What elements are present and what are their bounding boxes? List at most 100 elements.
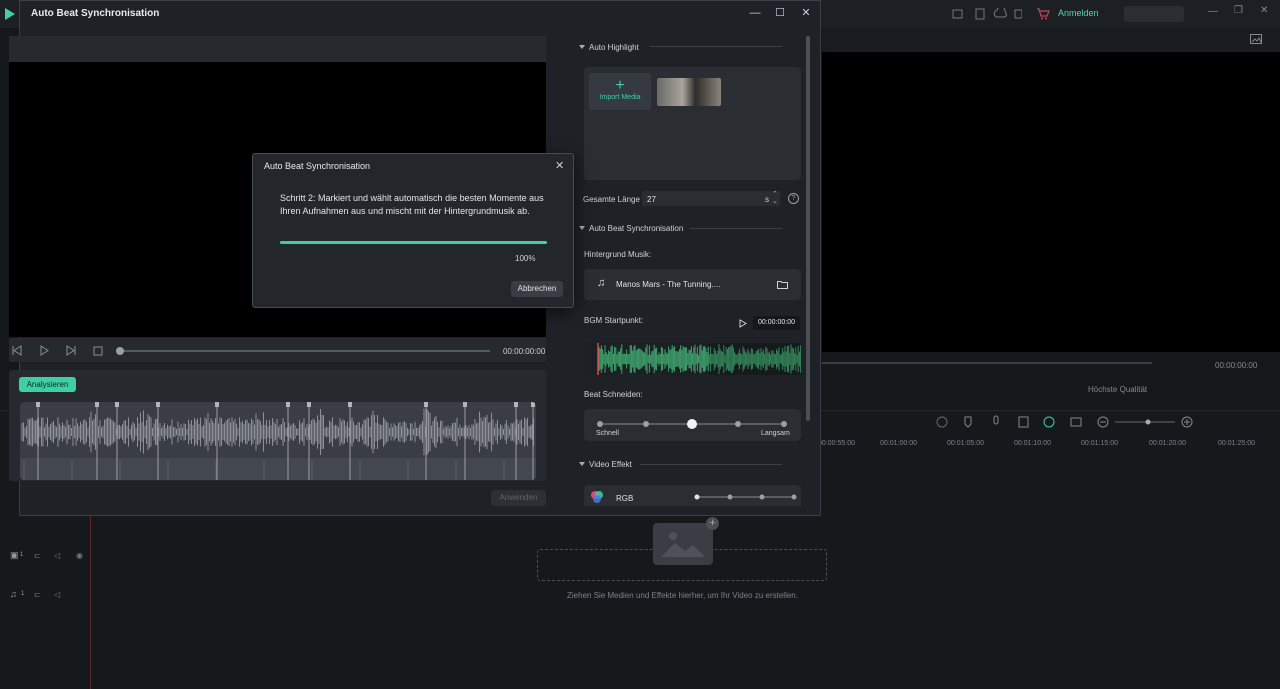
beat-marker-head [307, 402, 311, 407]
progress-percent: 100% [515, 254, 536, 263]
export-button[interactable] [1124, 6, 1184, 22]
main-time-readout: 00:00:00:00 [1215, 361, 1258, 370]
beat-marker-head [424, 402, 428, 407]
help-icon[interactable]: ? [788, 193, 799, 204]
stepper-icon[interactable]: ⌃ ⌄ [772, 191, 778, 205]
beat-cut-handle [687, 419, 697, 429]
video-track-icon: ▣ [10, 550, 19, 560]
bgm-start-label: BGM Startpunkt: [584, 316, 644, 325]
ruler-label: 00:01:15:00 [1081, 440, 1118, 447]
beat-cut-stop [781, 421, 787, 427]
divider [690, 228, 782, 229]
beat-marker-head [348, 402, 352, 407]
divider [640, 464, 782, 465]
bgm-start-time[interactable]: 00:00:00:00 [753, 316, 800, 330]
beat-icon [1043, 416, 1055, 428]
auto-highlight-heading: Auto Highlight [589, 43, 639, 52]
play-icon [40, 345, 49, 356]
layout-icon [952, 9, 963, 19]
close-icon[interactable]: ✕ [555, 159, 564, 172]
login-link[interactable]: Anmelden [1058, 8, 1099, 18]
eye-icon[interactable]: ◉ [76, 551, 83, 560]
progress-dialog: Auto Beat Synchronisation ✕ Schritt 2: M… [252, 153, 574, 308]
import-media-button[interactable]: + Import Media [589, 73, 651, 110]
timeline-playhead[interactable] [90, 515, 91, 689]
audio-track-header: ♫ 1 ⊏ ◁ [10, 589, 90, 601]
apply-button[interactable]: Anwenden [491, 490, 546, 506]
folder-icon[interactable]: ⊏ [34, 590, 41, 599]
beat-cut-slider[interactable] [584, 409, 801, 431]
preview-toolbar [822, 28, 1280, 52]
collapse-caret-icon[interactable] [579, 45, 585, 49]
maximize-icon[interactable]: ☐ [773, 6, 787, 20]
progress-message: Schritt 2: Markiert und wählt automatisc… [280, 193, 544, 216]
beat-marker-head [115, 402, 119, 407]
snapshot-icon[interactable] [1250, 34, 1262, 44]
total-length-value[interactable]: 27 [647, 195, 656, 204]
import-media-label: Import Media [599, 94, 641, 101]
close-icon[interactable]: ✕ [1260, 5, 1268, 16]
minimize-icon[interactable]: — [748, 6, 762, 20]
beat-marker-head [36, 402, 40, 407]
total-length-input[interactable] [642, 191, 780, 206]
beat-marker-head [514, 402, 518, 407]
collapse-caret-icon[interactable] [579, 226, 585, 230]
quality-select[interactable]: Höchste Qualität [1088, 385, 1147, 394]
audio-track-number: 1 [21, 591, 25, 597]
bgm-waveform[interactable] [584, 343, 801, 375]
folder-icon[interactable]: ⊏ [34, 551, 41, 560]
timeline-toolbar [936, 415, 1193, 428]
plus-icon: + [615, 77, 625, 94]
prev-frame-icon [12, 345, 22, 356]
analysis-waveform [20, 402, 536, 480]
ruler-label: 00:01:05:00 [947, 440, 984, 447]
rgb-effect-icon [591, 491, 603, 503]
beat-marker-head [463, 402, 467, 407]
progress-title: Auto Beat Synchronisation [264, 161, 371, 171]
folder-icon[interactable] [777, 280, 788, 289]
beat-marker-head [156, 402, 160, 407]
main-preview [822, 52, 1280, 352]
speaker-icon[interactable]: ◁ [54, 551, 60, 560]
total-length-label: Gesamte Länge [583, 195, 640, 204]
preview-scrubber[interactable] [822, 362, 1152, 364]
shield-icon [964, 416, 972, 428]
video-effect-heading: Video Effekt [589, 460, 632, 469]
beat-sync-heading: Auto Beat Synchronisation [589, 224, 684, 233]
player-scrubber[interactable] [120, 350, 490, 352]
close-icon[interactable]: ✕ [799, 6, 813, 20]
topbar-icons [952, 8, 1022, 20]
effect-intensity-slider[interactable] [692, 492, 798, 502]
divider [650, 46, 782, 47]
music-label: Hintergrund Musik: [584, 250, 652, 259]
mic-icon [993, 415, 999, 425]
beat-slow-label: Langsam [761, 430, 790, 437]
music-note-icon: ♫ [597, 277, 606, 289]
beat-fast-label: Schnell [596, 430, 619, 437]
beat-marker-head [215, 402, 219, 407]
bgm-play-icon[interactable] [739, 319, 747, 328]
speaker-icon[interactable]: ◁ [54, 590, 60, 599]
player-buttons [12, 345, 103, 356]
ruler-label: 00:01:25:00 [1218, 440, 1255, 447]
minimize-icon[interactable]: — [1208, 6, 1218, 17]
stop-icon [93, 346, 103, 356]
media-thumbnail[interactable] [657, 78, 721, 106]
collapse-caret-icon[interactable] [579, 462, 585, 466]
beat-marker-head [95, 402, 99, 407]
beat-cut-label: Beat Schneiden: [584, 390, 643, 399]
settings-scrollbar[interactable] [806, 36, 810, 421]
cloud-icon [993, 8, 1007, 18]
analyse-button[interactable]: Analysieren [19, 377, 76, 392]
player-scrubber-handle[interactable] [116, 347, 124, 355]
restore-icon[interactable]: ❐ [1234, 5, 1243, 16]
cancel-button[interactable]: Abbrechen [511, 281, 563, 297]
gift-icon [1014, 9, 1022, 19]
video-track-header: ▣ 1 ⊏ ◁ ◉ [10, 550, 90, 562]
beat-marker-head [286, 402, 290, 407]
cart-icon[interactable] [1036, 8, 1050, 20]
add-media-plus-icon[interactable]: + [706, 517, 719, 530]
ruler-label: 00:00:55:00 [818, 440, 855, 447]
split-icon [1070, 417, 1082, 427]
music-name: Manos Mars - The Tunning.... [616, 280, 721, 289]
